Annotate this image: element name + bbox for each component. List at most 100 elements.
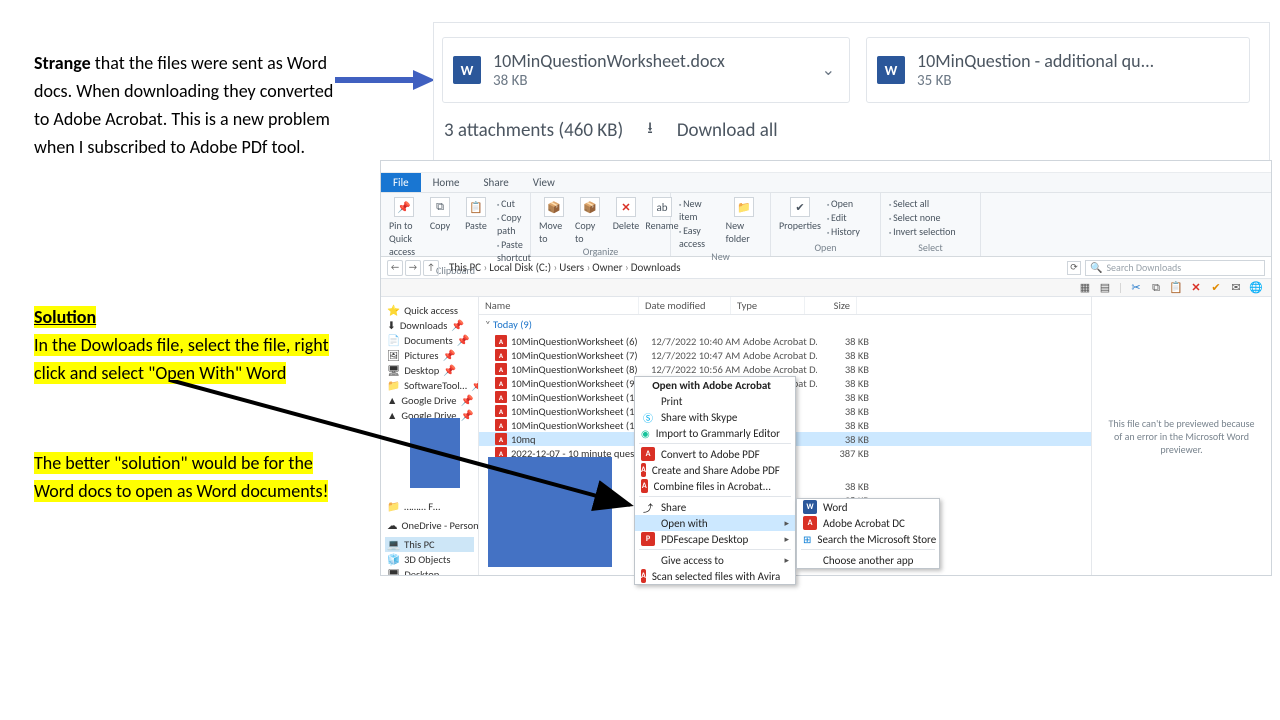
copy-button[interactable]: ⧉Copy — [425, 197, 455, 232]
ctx-give-access[interactable]: Give access to — [635, 552, 795, 568]
file-date: 12/7/2022 10:56 AM — [651, 363, 743, 376]
paste-icon[interactable]: 📋 — [1169, 281, 1183, 295]
new-item-button[interactable]: New item — [679, 197, 720, 223]
file-name: 10MinQuestionWorksheet (6) — [511, 335, 651, 348]
globe-icon[interactable]: 🌐 — [1249, 281, 1263, 295]
copy-icon[interactable]: ⧉ — [1149, 281, 1163, 295]
sidebar-3d-objects[interactable]: 🧊 3D Objects — [385, 552, 474, 567]
download-all-link[interactable]: Download all — [677, 119, 778, 142]
ctx-open-acrobat[interactable]: Open with Adobe Acrobat — [635, 377, 795, 393]
file-size: 38 KB — [817, 349, 869, 362]
check-icon[interactable]: ✔ — [1209, 281, 1223, 295]
nav-back-button[interactable]: ← — [387, 260, 403, 276]
ctx-create-share-pdf[interactable]: ACreate and Share Adobe PDF — [635, 462, 795, 478]
chevron-down-icon[interactable]: ⌄ — [818, 60, 839, 80]
layout-icon[interactable]: ▦ — [1078, 281, 1092, 295]
pin-quick-access-button[interactable]: 📌Pin to Quick access — [389, 197, 419, 258]
ctx-open-adobe-dc[interactable]: AAdobe Acrobat DC — [797, 515, 939, 531]
ctx-choose-app[interactable]: Choose another app — [797, 552, 939, 568]
copy-path-button[interactable]: Copy path — [497, 211, 531, 237]
ctx-print[interactable]: Print — [635, 393, 795, 409]
file-row[interactable]: A10MinQuestionWorksheet (8)12/7/2022 10:… — [479, 362, 1091, 376]
edit-button[interactable]: Edit — [827, 211, 860, 224]
attachment-card-2[interactable]: W 10MinQuestion - additional qu... 35 KB — [866, 37, 1250, 103]
attachment-size: 35 KB — [917, 72, 1239, 90]
file-row[interactable]: A 10MinQuestionWorksheet (7)12/7/2022 10:… — [479, 348, 1091, 362]
annotation-better: The better "solution" would be for the W… — [34, 450, 344, 506]
invert-selection-button[interactable]: Invert selection — [889, 225, 956, 238]
file-date: 12/7/2022 10:47 AM — [651, 349, 743, 362]
sidebar-onedrive[interactable]: ☁ OneDrive - Person — [385, 518, 474, 533]
pdf-icon: A — [495, 335, 507, 347]
sidebar-this-pc[interactable]: 💻 This PC — [385, 537, 474, 552]
nav-forward-button[interactable]: → — [405, 260, 421, 276]
tab-share[interactable]: Share — [472, 173, 521, 192]
file-size: 38 KB — [817, 419, 869, 432]
breadcrumb[interactable]: This PC Local Disk (C:) Users Owner Down… — [443, 261, 1063, 274]
pdf-icon: A — [495, 349, 507, 361]
sidebar-downloads[interactable]: ⬇ Downloads 📌 — [385, 318, 474, 333]
ctx-open-word[interactable]: WWord — [797, 499, 939, 515]
ribbon-tab-row: File Home Share View — [381, 173, 1271, 193]
cut-icon[interactable]: ✂ — [1129, 281, 1143, 295]
select-all-button[interactable]: Select all — [889, 197, 956, 210]
easy-access-button[interactable]: Easy access — [679, 224, 720, 250]
refresh-button[interactable]: ⟳ — [1067, 261, 1081, 275]
sidebar-google-drive[interactable]: ▲ Google Drive 📌 — [385, 393, 474, 408]
better-text: The better "solution" would be for the W… — [34, 452, 328, 502]
paste-button[interactable]: 📋Paste — [461, 197, 491, 232]
move-to-button[interactable]: 📦Move to — [539, 197, 569, 245]
tab-home[interactable]: Home — [421, 173, 472, 192]
annotation-solution: Solution In the Dowloads file, select th… — [34, 304, 344, 388]
redaction-box — [410, 418, 460, 488]
sidebar-desktop-2[interactable]: 🖥 Desktop — [385, 567, 474, 575]
new-folder-button[interactable]: 📁New folder — [726, 197, 762, 245]
sidebar-desktop[interactable]: 🖥 Desktop 📌 — [385, 363, 474, 378]
delete-icon[interactable]: ✕ — [1189, 281, 1203, 295]
arrow-to-attachment — [335, 70, 435, 90]
sidebar-hidden-folder[interactable]: 📁 ……… F… — [385, 499, 474, 514]
attachment-summary: 3 attachments (460 KB) — [444, 119, 623, 142]
ribbon-group-organize: Organize — [539, 245, 662, 258]
file-row[interactable]: A 10MinQuestionWorksheet (6)12/7/2022 10:… — [479, 334, 1091, 348]
file-name: 10MinQuestionWorksheet (12) — [511, 419, 651, 432]
sidebar-pictures[interactable]: 🖼 Pictures 📌 — [385, 348, 474, 363]
mail-icon[interactable]: ✉ — [1229, 281, 1243, 295]
ctx-share[interactable]: ⤴Share — [635, 499, 795, 515]
sidebar-softwaretool[interactable]: 📁 SoftwareTool… 📌 — [385, 378, 474, 393]
open-button[interactable]: Open — [827, 197, 860, 210]
download-icon[interactable]: ⭳ — [647, 117, 653, 144]
ribbon: 📌Pin to Quick access ⧉Copy 📋Paste Cut Co… — [381, 193, 1271, 257]
tab-file[interactable]: File — [381, 173, 421, 192]
file-name: 10mq — [511, 433, 651, 446]
tab-view[interactable]: View — [521, 173, 567, 192]
outlook-attachment-panel: W 10MinQuestionWorksheet.docx 38 KB ⌄ W … — [433, 22, 1270, 172]
ctx-pdfescape[interactable]: PPDFescape Desktop — [635, 531, 795, 547]
file-name: 10MinQuestionWorksheet (7) — [511, 349, 651, 362]
ctx-convert-pdf[interactable]: AConvert to Adobe PDF — [635, 446, 795, 462]
cut-button[interactable]: Cut — [497, 197, 531, 210]
ribbon-group-open: Open — [779, 241, 872, 254]
ctx-grammarly[interactable]: ◉Import to Grammarly Editor — [635, 425, 795, 441]
ctx-combine-acrobat[interactable]: ACombine files in Acrobat... — [635, 478, 795, 494]
select-none-button[interactable]: Select none — [889, 211, 956, 224]
attachment-card-1[interactable]: W 10MinQuestionWorksheet.docx 38 KB ⌄ — [442, 37, 850, 103]
layout-icon[interactable]: ▤ — [1098, 281, 1112, 295]
history-button[interactable]: History — [827, 225, 860, 238]
context-menu: Open with Adobe Acrobat Print ⓈShare wit… — [634, 376, 796, 585]
search-input[interactable]: 🔍 Search Downloads — [1085, 260, 1265, 276]
delete-button[interactable]: ✕Delete — [611, 197, 641, 232]
ctx-search-store[interactable]: ⊞Search the Microsoft Store — [797, 531, 939, 547]
nav-up-button[interactable]: ↑ — [423, 260, 439, 276]
sidebar-quick-access[interactable]: ⭐ Quick access — [385, 303, 474, 318]
properties-button[interactable]: ✔Properties — [779, 197, 821, 232]
sidebar-documents[interactable]: 📄 Documents 📌 — [385, 333, 474, 348]
copy-to-button[interactable]: 📦Copy to — [575, 197, 605, 245]
column-headers[interactable]: Name Date modified Type Size — [479, 297, 1091, 315]
ctx-share-skype[interactable]: ⓈShare with Skype — [635, 409, 795, 425]
ctx-open-with[interactable]: Open with — [635, 515, 795, 531]
ctx-scan-avira[interactable]: AScan selected files with Avira — [635, 568, 795, 584]
file-date: 12/7/2022 10:40 AM — [651, 335, 743, 348]
attachment-name: 10MinQuestionWorksheet.docx — [493, 50, 806, 72]
group-today[interactable]: Today (9) — [479, 315, 1091, 334]
